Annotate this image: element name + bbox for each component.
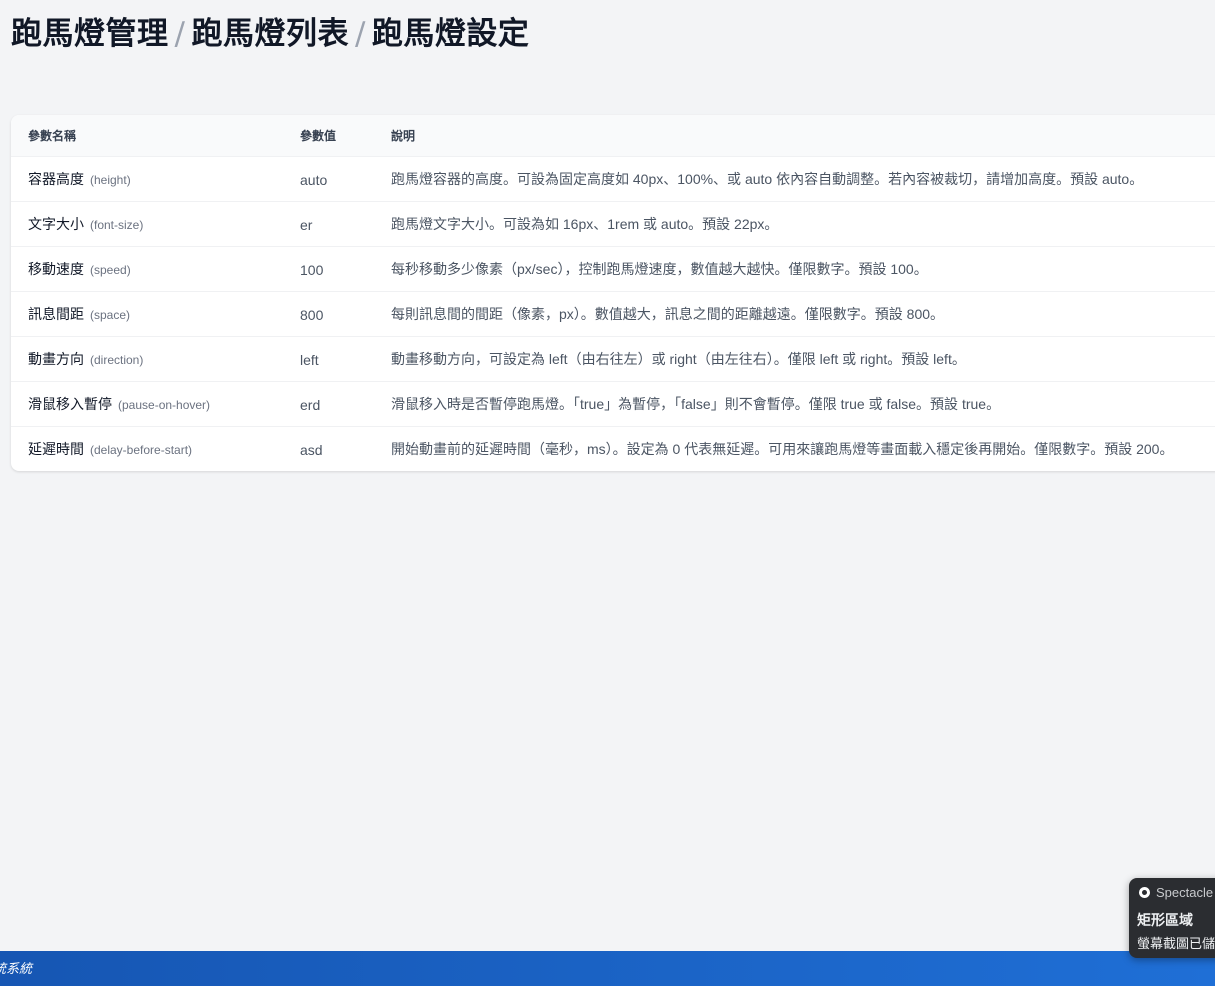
table-header-row: 參數名稱 參數值 說明 [11, 115, 1215, 156]
param-key: (pause-on-hover) [118, 398, 211, 412]
param-description: 每則訊息間的間距（像素，px）。數值越大，訊息之間的距離越遠。僅限數字。預設 8… [391, 306, 945, 322]
param-name: 容器高度 [28, 172, 84, 188]
breadcrumb: 跑馬燈管理 / 跑馬燈列表 / 跑馬燈設定 [11, 8, 529, 53]
param-description: 跑馬燈文字大小。可設為如 16px、1rem 或 auto。預設 22px。 [391, 216, 779, 232]
param-name: 移動速度 [28, 262, 84, 278]
param-value: left [300, 351, 319, 368]
param-key: (font-size) [90, 218, 144, 232]
breadcrumb-separator: / [174, 16, 186, 52]
spectacle-icon [1139, 887, 1150, 898]
breadcrumb-item-marquee-management[interactable]: 跑馬燈管理 [11, 16, 169, 52]
param-key: (space) [90, 308, 131, 322]
param-name: 訊息間距 [28, 307, 84, 323]
param-key: (direction) [90, 353, 144, 367]
param-description: 跑馬燈容器的高度。可設為固定高度如 40px、100%、或 auto 依內容自動… [391, 171, 1144, 187]
screenshot-notification[interactable]: Spectacle 矩形區域 螢幕截圖已儲 [1129, 878, 1215, 958]
param-value: erd [300, 396, 321, 413]
breadcrumb-separator: / [354, 16, 366, 52]
table-row: 訊息間距 (space) 800 每則訊息間的間距（像素，px）。數值越大，訊息之… [11, 291, 1215, 336]
param-value: 800 [300, 306, 324, 323]
notification-title: 矩形區域 [1137, 913, 1193, 929]
parameters-table: 參數名稱 參數值 說明 容器高度 (height) auto 跑馬燈容器的高度。可… [11, 115, 1215, 471]
param-key: (delay-before-start) [90, 443, 193, 457]
param-value: auto [300, 171, 328, 188]
table-row: 移動速度 (speed) 100 每秒移動多少像素（px/sec），控制跑馬燈速度… [11, 246, 1215, 291]
notification-body: 螢幕截圖已儲 [1137, 937, 1215, 952]
breadcrumb-item-marquee-list[interactable]: 跑馬燈列表 [191, 16, 349, 52]
column-header-description: 說明 [391, 129, 416, 143]
table-row: 延遲時間 (delay-before-start) asd 開始動畫前的延遲時間（… [11, 426, 1215, 471]
param-description: 動畫移動方向，可設定為 left（由右往左）或 right（由左往右）。僅限 l… [391, 351, 966, 367]
table-row: 動畫方向 (direction) left 動畫移動方向，可設定為 left（由右… [11, 336, 1215, 381]
param-value: 100 [300, 261, 324, 278]
breadcrumb-item-marquee-settings: 跑馬燈設定 [371, 16, 530, 52]
param-name: 延遲時間 [28, 442, 84, 458]
footer-text: 統系統 [0, 962, 33, 977]
table-row: 滑鼠移入暫停 (pause-on-hover) erd 滑鼠移入時是否暫停跑馬燈。… [11, 381, 1215, 426]
param-description: 滑鼠移入時是否暫停跑馬燈。「true」為暫停，「false」則不會暫停。僅限 t… [391, 396, 1001, 412]
notification-app: Spectacle [1139, 885, 1213, 900]
column-header-name: 參數名稱 [28, 129, 77, 143]
param-name: 文字大小 [28, 217, 84, 233]
notification-app-name: Spectacle [1156, 885, 1214, 900]
footer-bar: 統系統 [0, 951, 1215, 986]
param-key: (height) [90, 173, 131, 187]
table-row: 容器高度 (height) auto 跑馬燈容器的高度。可設為固定高度如 40px… [11, 156, 1215, 201]
param-description: 開始動畫前的延遲時間（毫秒，ms）。設定為 0 代表無延遲。可用來讓跑馬燈等畫面… [391, 441, 1174, 457]
param-value: asd [300, 441, 323, 458]
param-name: 滑鼠移入暫停 [28, 397, 112, 413]
table-row: 文字大小 (font-size) er 跑馬燈文字大小。可設為如 16px、1re… [11, 201, 1215, 246]
param-key: (speed) [90, 263, 131, 277]
param-description: 每秒移動多少像素（px/sec），控制跑馬燈速度，數值越大越快。僅限數字。預設 … [391, 261, 928, 277]
column-header-value: 參數值 [300, 129, 337, 143]
param-value: er [300, 216, 313, 233]
param-name: 動畫方向 [28, 352, 84, 368]
